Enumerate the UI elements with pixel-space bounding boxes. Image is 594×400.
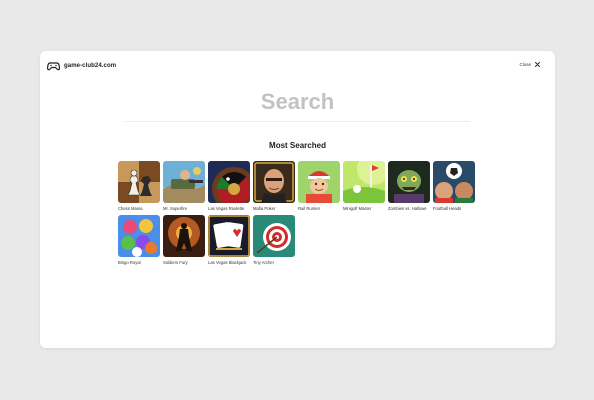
game-card-las-vegas-roulette[interactable]: Las Vegas Roulette <box>208 161 250 211</box>
game-title: Chess Mania <box>118 206 143 211</box>
game-title: Mr. Superfire <box>163 206 187 211</box>
game-card-tiny-archer[interactable]: Tiny Archer <box>253 215 295 265</box>
game-card-rail-runner[interactable]: Rail Runner <box>298 161 340 211</box>
game-thumbnail <box>118 215 160 257</box>
site-logo[interactable]: game-club24.com <box>47 60 116 71</box>
game-thumbnail <box>163 215 205 257</box>
close-label: Close <box>519 62 531 67</box>
game-title: Soldiers Fury <box>163 260 188 265</box>
game-card-chess-mania[interactable]: Chess Mania <box>118 161 160 211</box>
search-modal: game-club24.com Close Most Searched Ches… <box>40 51 555 348</box>
game-thumbnail <box>118 161 160 203</box>
game-title: Football Heads <box>433 206 462 211</box>
site-name: game-club24.com <box>64 62 117 69</box>
close-button[interactable]: Close <box>519 62 540 67</box>
game-thumbnail <box>253 161 295 203</box>
search-input[interactable] <box>125 83 470 122</box>
close-icon <box>535 62 540 67</box>
game-card-zombies-vs-halloween[interactable]: Zombies vs. Hallowe <box>388 161 430 211</box>
game-title: Mafia Poker <box>253 206 276 211</box>
game-thumbnail <box>388 161 430 203</box>
game-thumbnail <box>433 161 475 203</box>
game-thumbnail <box>163 161 205 203</box>
game-title: Minigolf Master <box>343 206 372 211</box>
game-card-soldiers-fury[interactable]: Soldiers Fury <box>163 215 205 265</box>
game-title: Las Vegas Roulette <box>208 206 245 211</box>
game-card-las-vegas-blackjack[interactable]: Las Vegas Blackjack <box>208 215 250 265</box>
game-thumbnail <box>343 161 385 203</box>
game-title: Zombies vs. Hallowe <box>388 206 427 211</box>
game-thumbnail <box>253 215 295 257</box>
game-thumbnail <box>298 161 340 203</box>
game-card-mafia-poker[interactable]: Mafia Poker <box>253 161 295 211</box>
section-title: Most Searched <box>269 141 326 150</box>
game-card-minigolf-master[interactable]: Minigolf Master <box>343 161 385 211</box>
game-card-football-heads[interactable]: Football Heads <box>433 161 475 211</box>
game-title: Bingo Royal <box>118 260 141 265</box>
game-thumbnail <box>208 161 250 203</box>
game-card-mr-superfire[interactable]: Mr. Superfire <box>163 161 205 211</box>
game-thumbnail <box>208 215 250 257</box>
game-title: Las Vegas Blackjack <box>208 260 247 265</box>
game-card-bingo-royal[interactable]: Bingo Royal <box>118 215 160 265</box>
game-title: Tiny Archer <box>253 260 275 265</box>
game-title: Rail Runner <box>298 206 321 211</box>
gamepad-icon <box>47 62 60 71</box>
